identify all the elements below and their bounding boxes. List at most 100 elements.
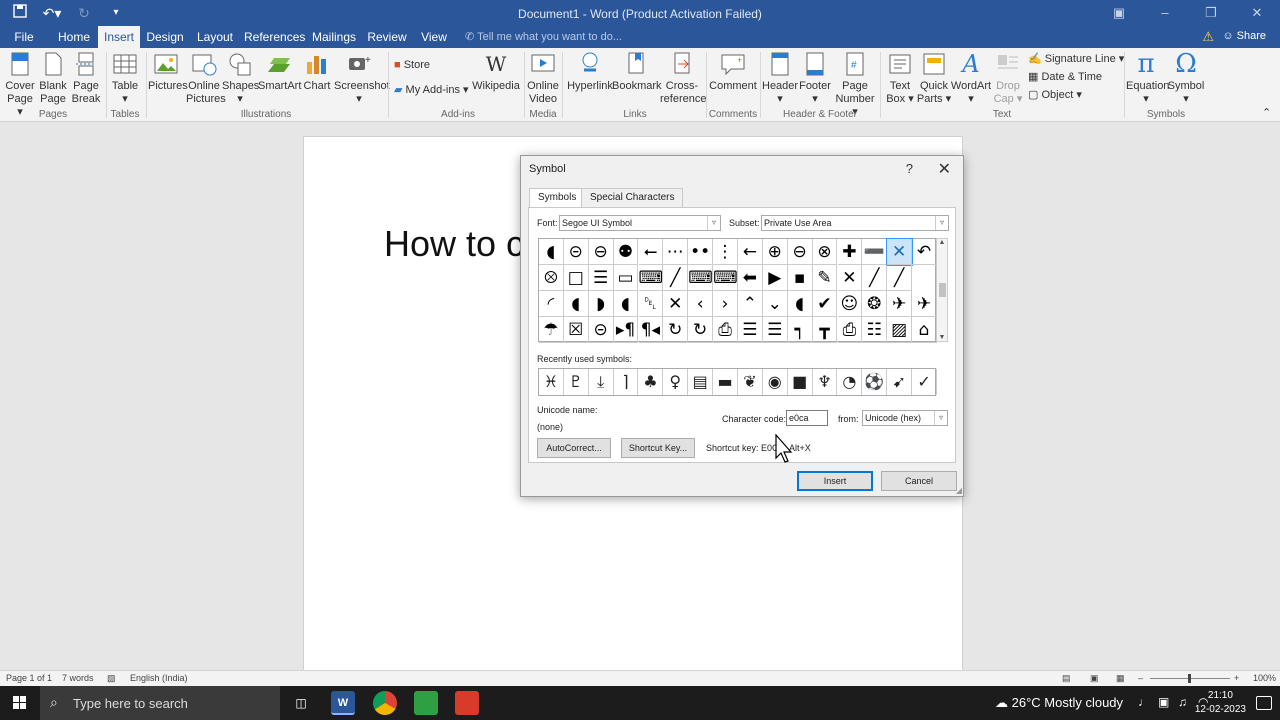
symbol-cell[interactable]: ☰ bbox=[588, 265, 614, 291]
symbol-cell[interactable]: ◜ bbox=[539, 291, 564, 317]
symbol-cell[interactable]: ┳ bbox=[812, 317, 838, 343]
weather-widget[interactable]: ☁ 26°C Mostly cloudy bbox=[995, 695, 1123, 711]
symbol-cell[interactable]: ✕ bbox=[837, 265, 863, 291]
comment-button[interactable]: + Comment bbox=[708, 50, 758, 93]
restore-button[interactable]: ❐ bbox=[1188, 0, 1234, 26]
symbol-cell[interactable]: ⬅ bbox=[738, 265, 763, 291]
symbol-cell[interactable]: ➖ bbox=[862, 239, 888, 265]
symbol-cell[interactable]: ⊖ bbox=[787, 239, 813, 265]
text-box-button[interactable]: Text Box ▾ bbox=[882, 50, 918, 106]
tab-symbols[interactable]: Symbols bbox=[529, 188, 586, 208]
symbol-cell[interactable]: ☂ bbox=[539, 317, 564, 343]
help-icon[interactable]: ? bbox=[906, 161, 913, 176]
quick-parts-button[interactable]: Quick Parts ▾ bbox=[916, 50, 952, 106]
symbol-grid-scrollbar[interactable]: ▲ ▼ bbox=[936, 238, 948, 342]
scroll-down-icon[interactable]: ▼ bbox=[937, 334, 947, 341]
tab-insert[interactable]: Insert bbox=[98, 26, 140, 48]
store-button[interactable]: ■ Store bbox=[394, 59, 430, 71]
smartart-button[interactable]: SmartArt bbox=[258, 50, 301, 93]
recent-symbol-cell[interactable]: ❦ bbox=[738, 369, 763, 395]
recent-symbol-cell[interactable]: ♓ bbox=[539, 369, 564, 395]
scroll-up-icon[interactable]: ▲ bbox=[937, 239, 947, 246]
symbol-cell[interactable]: ✚ bbox=[837, 239, 863, 265]
pictures-button[interactable]: Pictures bbox=[148, 50, 188, 93]
symbol-cell[interactable]: ⊗ bbox=[812, 239, 838, 265]
symbol-cell[interactable]: ⊝ bbox=[563, 239, 589, 265]
start-button[interactable] bbox=[0, 686, 40, 720]
symbol-cell[interactable]: ☺ bbox=[837, 291, 863, 317]
symbol-cell[interactable]: ☒ bbox=[563, 317, 589, 343]
cancel-button[interactable]: Cancel bbox=[881, 471, 957, 491]
online-pictures-button[interactable]: Online Pictures bbox=[186, 50, 226, 106]
subset-select[interactable]: Private Use Area ▿ bbox=[761, 215, 949, 231]
drop-cap-button[interactable]: Drop Cap ▾ bbox=[992, 50, 1024, 106]
recent-symbol-cell[interactable]: ♣ bbox=[639, 369, 664, 395]
language[interactable]: English (India) bbox=[130, 673, 188, 683]
recent-symbol-cell[interactable]: ⤓ bbox=[589, 369, 614, 395]
clock[interactable]: 21:10 12-02-2023 bbox=[1195, 689, 1246, 717]
tell-me-box[interactable]: ✆ Tell me what you want to do... bbox=[465, 30, 622, 43]
recent-symbol-cell[interactable]: ➹ bbox=[887, 369, 913, 395]
shapes-button[interactable]: Shapes ▾ bbox=[222, 50, 259, 106]
share-button[interactable]: ☺ Share bbox=[1222, 30, 1266, 42]
symbol-cell[interactable]: ✕ bbox=[663, 291, 689, 317]
tab-home[interactable]: Home bbox=[54, 26, 94, 48]
word-taskbar-icon[interactable]: W bbox=[331, 691, 355, 715]
symbol-cell[interactable]: ⌨ bbox=[713, 265, 738, 291]
taskbar-search[interactable]: ⌕ Type here to search bbox=[40, 686, 280, 720]
tab-layout[interactable]: Layout bbox=[194, 26, 236, 48]
symbol-cell[interactable]: ⊖ bbox=[588, 239, 614, 265]
proofing-icon[interactable]: ▧ bbox=[107, 673, 116, 684]
symbol-cell[interactable]: ⊝ bbox=[588, 317, 614, 343]
screenshot-button[interactable]: + Screenshot ▾ bbox=[334, 50, 390, 106]
symbol-button[interactable]: Ω Symbol ▾ bbox=[1166, 50, 1206, 106]
blank-page-button[interactable]: Blank Page bbox=[38, 50, 68, 106]
equation-button[interactable]: π Equation ▾ bbox=[1126, 50, 1169, 106]
symbol-cell[interactable]: ¶◂ bbox=[638, 317, 664, 343]
page-break-button[interactable]: Page Break bbox=[70, 50, 102, 106]
tab-references[interactable]: References bbox=[244, 26, 305, 48]
recent-symbol-cell[interactable]: ▤ bbox=[688, 369, 714, 395]
shortcut-key-button[interactable]: Shortcut Key... bbox=[621, 438, 695, 458]
symbol-cell[interactable]: ◖ bbox=[613, 291, 639, 317]
recent-symbol-cell[interactable]: ◔ bbox=[838, 369, 863, 395]
symbol-cell[interactable]: ⌨ bbox=[688, 265, 714, 291]
symbol-cell[interactable]: ⭠ bbox=[638, 239, 664, 265]
bookmark-button[interactable]: Bookmark bbox=[612, 50, 662, 93]
symbol-cell[interactable]: ⊕ bbox=[762, 239, 788, 265]
symbol-cell[interactable]: ← bbox=[738, 239, 763, 265]
symbol-cell[interactable]: ✎ bbox=[812, 265, 838, 291]
symbol-cell[interactable]: ❂ bbox=[862, 291, 888, 317]
zoom-in-icon[interactable]: + bbox=[1234, 673, 1239, 683]
recent-symbol-cell[interactable]: ■ bbox=[788, 369, 813, 395]
table-button[interactable]: Table ▾ bbox=[108, 50, 142, 106]
symbol-cell[interactable]: ┑ bbox=[787, 317, 813, 343]
symbol-cell[interactable]: ✕ bbox=[886, 238, 914, 266]
my-addins-button[interactable]: ▰ My Add-ins ▾ bbox=[394, 83, 469, 96]
symbol-cell[interactable]: ▭ bbox=[613, 265, 639, 291]
symbol-cell[interactable]: ☷ bbox=[862, 317, 888, 343]
chart-button[interactable]: Chart bbox=[302, 50, 332, 93]
ribbon-display-options-icon[interactable]: ▣ bbox=[1096, 0, 1142, 26]
symbol-cell[interactable]: ⋯ bbox=[663, 239, 689, 265]
tab-view[interactable]: View bbox=[416, 26, 452, 48]
from-select[interactable]: Unicode (hex) ▿ bbox=[862, 410, 948, 426]
symbol-cell[interactable]: ␡ bbox=[638, 291, 664, 317]
zoom-level[interactable]: 100% bbox=[1253, 673, 1276, 683]
tab-design[interactable]: Design bbox=[144, 26, 186, 48]
recent-symbol-cell[interactable]: ♆ bbox=[813, 369, 838, 395]
symbol-cell[interactable]: ⌂ bbox=[912, 317, 937, 343]
symbol-cell[interactable]: ⌃ bbox=[738, 291, 763, 317]
recent-symbol-cell[interactable]: ◉ bbox=[763, 369, 788, 395]
recent-symbol-cell[interactable]: ♇ bbox=[564, 369, 589, 395]
symbol-cell[interactable]: ╱ bbox=[862, 265, 888, 291]
footer-button[interactable]: Footer ▾ bbox=[798, 50, 832, 106]
symbol-cell[interactable]: ✈ bbox=[887, 291, 913, 317]
notifications-icon[interactable] bbox=[1256, 696, 1272, 710]
symbol-cell[interactable]: ✈ bbox=[912, 291, 937, 317]
symbol-cell[interactable]: ↶ bbox=[912, 239, 937, 265]
autocorrect-button[interactable]: AutoCorrect... bbox=[537, 438, 611, 458]
camtasia-green-taskbar-icon[interactable] bbox=[414, 691, 438, 715]
character-code-input[interactable]: e0ca bbox=[786, 410, 828, 426]
symbol-cell[interactable]: ◖ bbox=[563, 291, 589, 317]
